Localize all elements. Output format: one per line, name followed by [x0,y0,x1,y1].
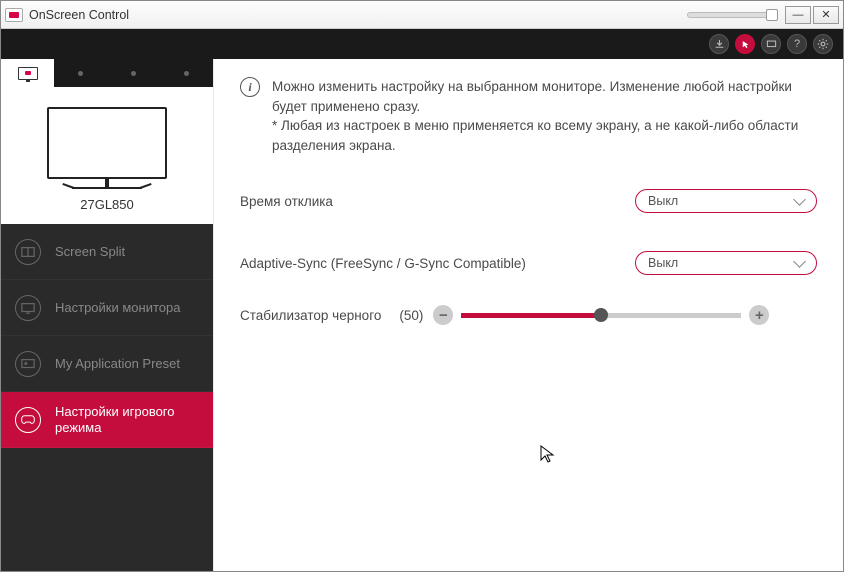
setting-label: Adaptive-Sync (FreeSync / G-Sync Compati… [240,256,635,271]
monitor-tab-4[interactable] [160,59,213,87]
info-icon: i [240,77,260,97]
info-line1: Можно изменить настройку на выбранном мо… [272,79,792,114]
nav-monitor-settings[interactable]: Настройки монитора [1,280,213,336]
screen-split-icon [15,239,41,265]
content: 27GL850 Screen Split Настройки монитора … [1,59,843,571]
increase-button[interactable]: + [749,305,769,325]
dropdown-value: Выкл [648,256,678,270]
monitor-graphic [47,107,167,179]
side-nav: Screen Split Настройки монитора My Appli… [1,224,213,571]
nav-application-preset[interactable]: My Application Preset [1,336,213,392]
adaptive-sync-dropdown[interactable]: Выкл [635,251,817,275]
settings-icon[interactable] [813,34,833,54]
monitor-settings-icon [15,295,41,321]
slider-value: (50) [399,308,423,323]
response-time-dropdown[interactable]: Выкл [635,189,817,213]
app-icon [5,8,23,22]
nav-label: My Application Preset [55,356,180,372]
titlebar: OnScreen Control — ✕ [1,1,843,29]
app-window: OnScreen Control — ✕ ? 27GL850 [0,0,844,572]
monitor-tab-2[interactable] [54,59,107,87]
setting-adaptive-sync: Adaptive-Sync (FreeSync / G-Sync Compati… [240,243,817,283]
dropdown-value: Выкл [648,194,678,208]
main-panel: i Можно изменить настройку на выбранном … [214,59,843,571]
monitor-tab-1[interactable] [1,59,54,87]
cursor-mode-icon[interactable] [735,34,755,54]
application-preset-icon [15,351,41,377]
black-stabilizer-slider[interactable] [461,313,741,318]
nav-game-mode[interactable]: Настройки игрового режима [1,392,213,448]
monitor-tabs [1,59,213,87]
window-opacity-slider[interactable] [687,12,777,18]
monitor-tab-3[interactable] [107,59,160,87]
monitor-panel: 27GL850 [1,87,213,224]
info-text: Можно изменить настройку на выбранном мо… [272,77,817,155]
slider-thumb[interactable] [594,308,608,322]
info-line2: * Любая из настроек в меню применяется к… [272,118,798,153]
help-icon[interactable]: ? [787,34,807,54]
game-mode-icon [15,407,41,433]
nav-label: Настройки монитора [55,300,180,316]
minimize-button[interactable]: — [785,6,811,24]
setting-label: Стабилизатор черного [240,308,381,323]
display-icon[interactable] [761,34,781,54]
nav-screen-split[interactable]: Screen Split [1,224,213,280]
nav-label: Screen Split [55,244,125,260]
decrease-button[interactable]: − [433,305,453,325]
app-title: OnScreen Control [29,8,129,22]
info-row: i Можно изменить настройку на выбранном … [240,77,817,155]
sidebar: 27GL850 Screen Split Настройки монитора … [1,59,214,571]
nav-label: Настройки игрового режима [55,404,199,435]
monitor-model-label: 27GL850 [80,197,134,212]
close-button[interactable]: ✕ [813,6,839,24]
setting-label: Время отклика [240,194,635,209]
setting-response-time: Время отклика Выкл [240,181,817,221]
setting-black-stabilizer: Стабилизатор черного (50) − + [240,305,817,325]
download-icon[interactable] [709,34,729,54]
top-toolbar: ? [1,29,843,59]
